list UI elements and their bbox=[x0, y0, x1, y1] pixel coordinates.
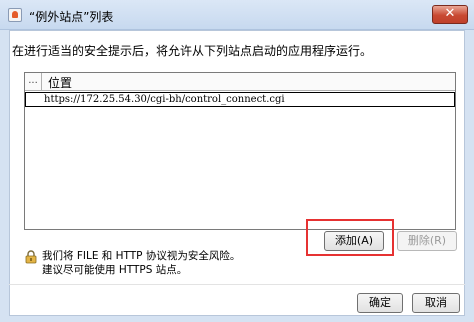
close-icon: ✕ bbox=[444, 6, 456, 21]
cancel-button[interactable]: 取消 bbox=[412, 293, 460, 313]
column-header-location[interactable]: 位置 bbox=[48, 74, 72, 91]
ok-button[interactable]: 确定 bbox=[357, 293, 403, 313]
site-list[interactable]: ... 位置 https://172.25.54.30/cgi-bh/contr… bbox=[24, 72, 456, 230]
column-header-dots[interactable]: ... bbox=[25, 73, 42, 90]
list-header: ... 位置 bbox=[25, 73, 455, 91]
window-title: “例外站点”列表 bbox=[29, 10, 114, 24]
footer-divider bbox=[9, 284, 465, 285]
exception-site-dialog: “例外站点”列表 ✕ 在进行适当的安全提示后，将允许从下列站点启动的应用程序运行… bbox=[0, 0, 474, 322]
java-cup-icon bbox=[8, 8, 22, 22]
delete-button[interactable]: 删除(R) bbox=[397, 231, 457, 251]
warning-line-2: 建议尽可能使用 HTTPS 站点。 bbox=[42, 264, 188, 276]
title-bar[interactable]: “例外站点”列表 ✕ bbox=[0, 0, 474, 30]
security-warning: 我们将 FILE 和 HTTP 协议视为安全风险。 建议尽可能使用 HTTPS … bbox=[42, 249, 240, 277]
close-button[interactable]: ✕ bbox=[432, 5, 468, 24]
site-url[interactable]: https://172.25.54.30/cgi-bh/control_conn… bbox=[44, 93, 285, 106]
list-row[interactable]: https://172.25.54.30/cgi-bh/control_conn… bbox=[25, 92, 455, 107]
info-text: 在进行适当的安全提示后，将允许从下列站点启动的应用程序运行。 bbox=[12, 44, 373, 58]
highlight-box bbox=[306, 219, 394, 256]
padlock-icon bbox=[25, 250, 37, 264]
warning-line-1: 我们将 FILE 和 HTTP 协议视为安全风险。 bbox=[42, 250, 241, 262]
